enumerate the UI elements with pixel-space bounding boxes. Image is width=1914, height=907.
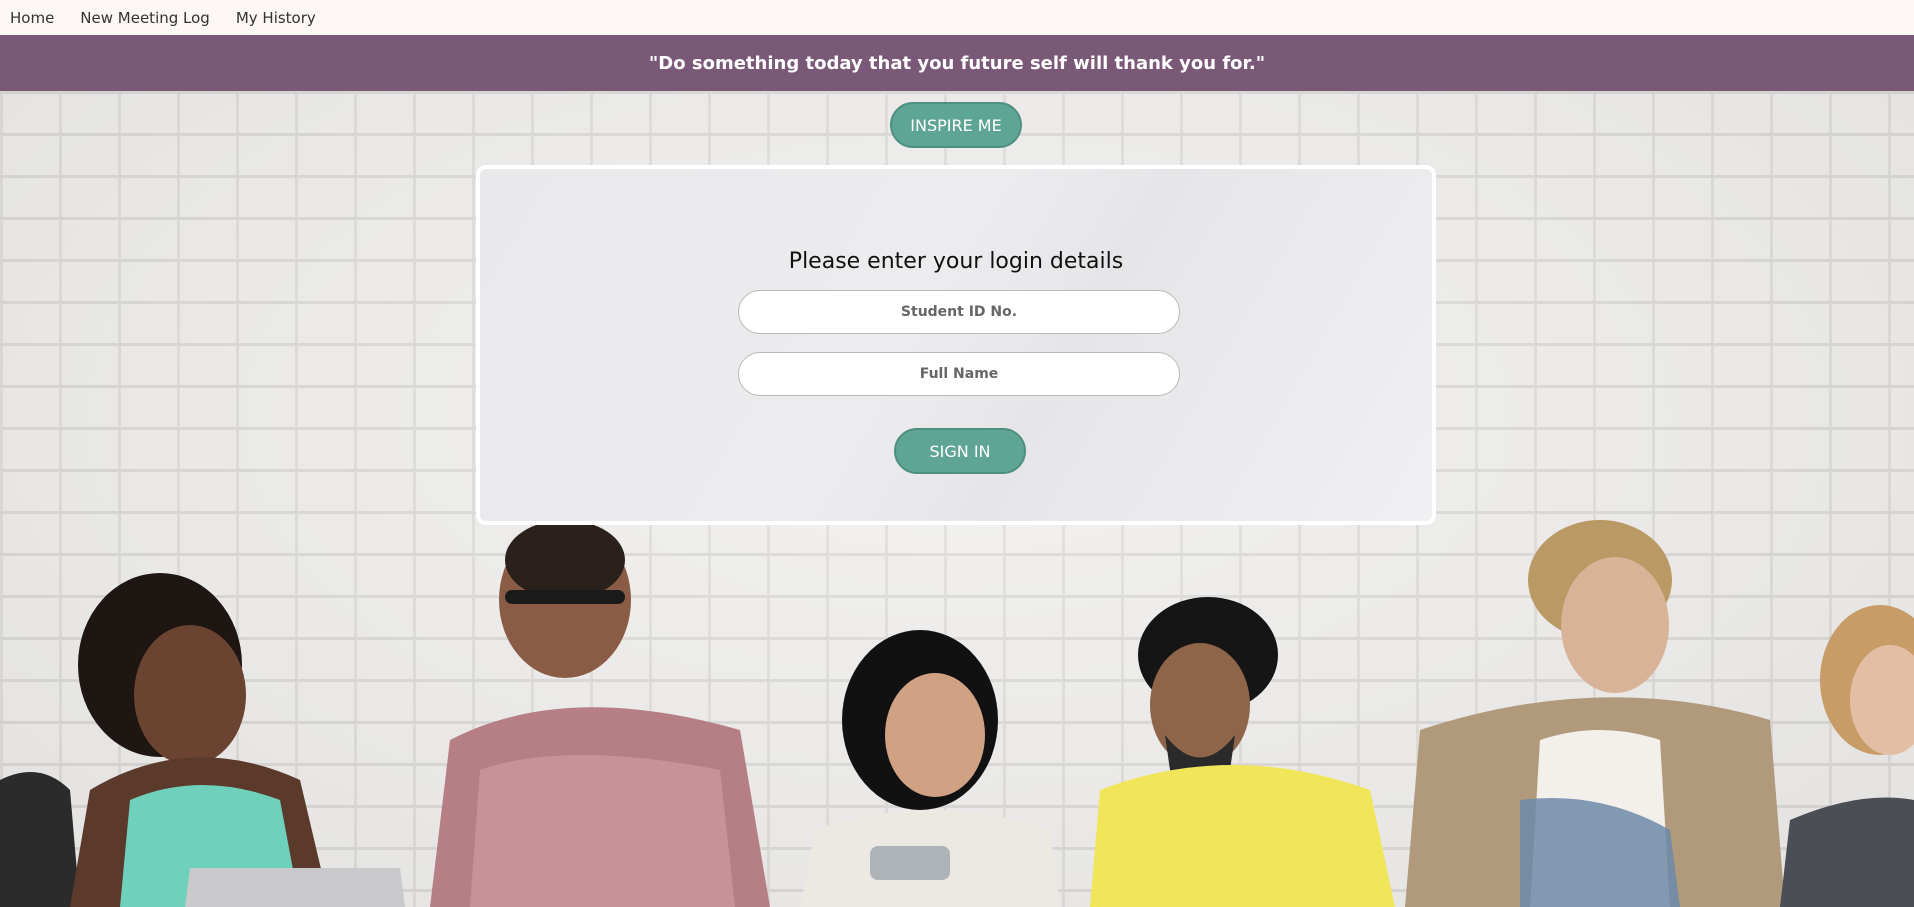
login-panel: Please enter your login details SIGN IN <box>476 165 1436 525</box>
nav-new-meeting-log-link[interactable]: New Meeting Log <box>80 9 210 27</box>
quote-banner: "Do something today that you future self… <box>0 35 1914 91</box>
full-name-field[interactable] <box>738 352 1180 396</box>
nav-home-link[interactable]: Home <box>10 9 54 27</box>
quote-text: "Do something today that you future self… <box>648 52 1266 74</box>
top-nav: Home New Meeting Log My History <box>0 0 1914 35</box>
inspire-me-button[interactable]: INSPIRE ME <box>890 102 1022 148</box>
student-id-field[interactable] <box>738 290 1180 334</box>
nav-my-history-link[interactable]: My History <box>236 9 316 27</box>
login-title: Please enter your login details <box>788 249 1124 274</box>
sign-in-button[interactable]: SIGN IN <box>894 428 1026 474</box>
